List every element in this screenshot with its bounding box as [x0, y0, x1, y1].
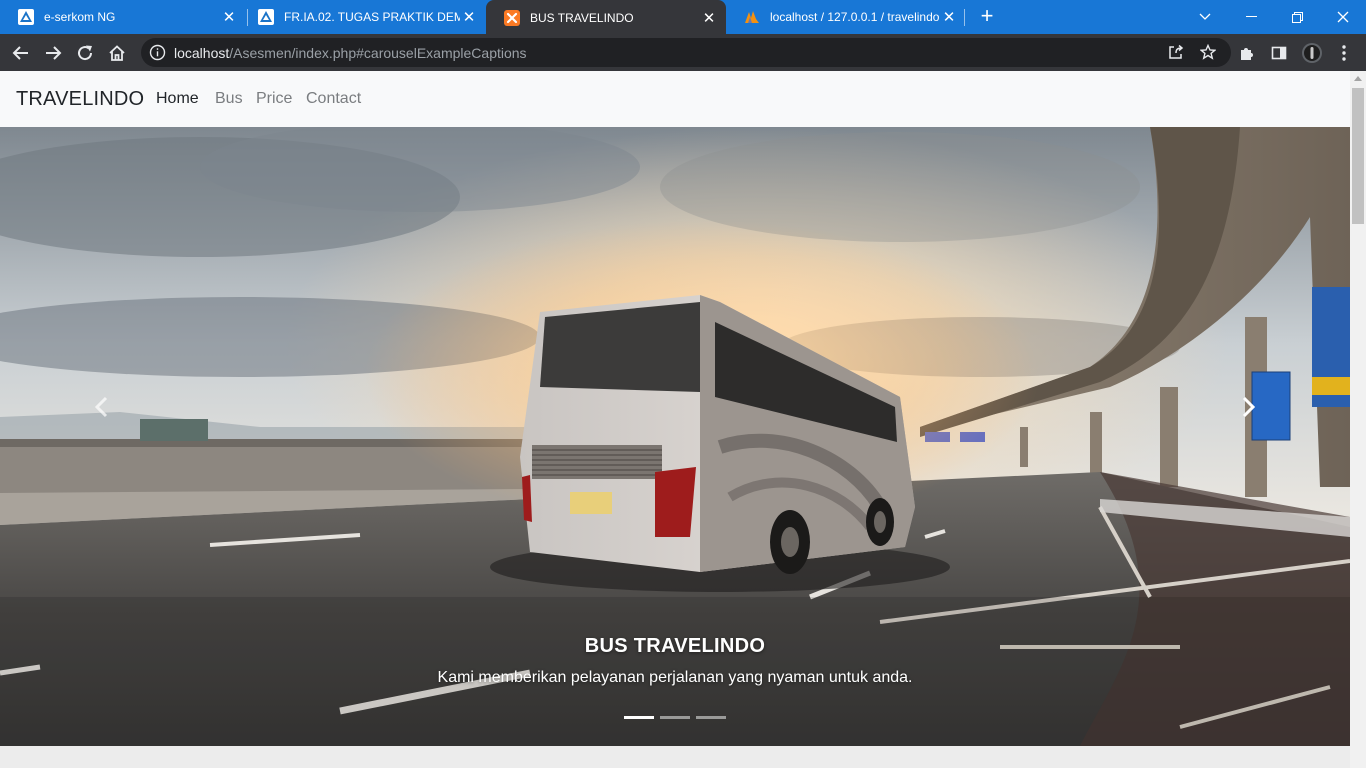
minimize-icon	[1245, 16, 1257, 17]
close-icon	[1337, 11, 1349, 23]
new-tab-button[interactable]: +	[975, 5, 999, 29]
phpmyadmin-icon	[745, 11, 759, 23]
address-bar[interactable]: localhost/Asesmen/index.php#carouselExam…	[141, 38, 1231, 67]
avatar	[1302, 43, 1322, 63]
tab-search-button[interactable]	[1182, 0, 1228, 34]
serkom-triangle-icon	[258, 9, 274, 25]
close-icon[interactable]: ✕	[220, 8, 238, 26]
back-button[interactable]	[8, 40, 34, 66]
arrow-left-icon	[12, 46, 28, 60]
browser-tab-tugas-praktik[interactable]: FR.IA.02. TUGAS PRAKTIK DEMO ✕	[240, 0, 486, 34]
xampp-icon	[504, 10, 520, 26]
navbar: TRAVELINDO Home Bus Price Contact	[0, 71, 1350, 127]
reload-icon	[78, 45, 93, 61]
nav-link-bus[interactable]: Bus	[215, 90, 243, 108]
puzzle-icon	[1241, 48, 1253, 60]
scroll-up-arrow-icon[interactable]	[1354, 76, 1362, 81]
reload-button[interactable]	[72, 40, 98, 66]
side-panel-button[interactable]	[1266, 40, 1292, 66]
browser-tab-phpmyadmin[interactable]: localhost / 127.0.0.1 / travelindo ✕	[726, 0, 966, 34]
bookmark-button[interactable]	[1195, 39, 1221, 65]
share-button[interactable]	[1163, 39, 1189, 65]
extensions-button[interactable]	[1234, 40, 1260, 66]
browser-tab-bus-travelindo[interactable]: BUS TRAVELINDO ✕	[486, 0, 726, 36]
home-icon	[109, 45, 125, 61]
url-text: localhost/Asesmen/index.php#carouselExam…	[174, 45, 527, 61]
share-icon	[1169, 44, 1184, 59]
carousel-indicator-1[interactable]	[624, 716, 654, 719]
carousel-prev-button[interactable]	[92, 395, 112, 419]
carousel-caption-text: Kami memberikan pelayanan perjalanan yan…	[437, 669, 913, 686]
url-path: /Asesmen/index.php#carouselExampleCaptio…	[229, 45, 527, 61]
browser-tab-eserkom[interactable]: e-serkom NG ✕	[0, 0, 246, 34]
arrow-right-icon	[46, 46, 62, 60]
tab-title: e-serkom NG	[44, 10, 116, 24]
browser-toolbar: localhost/Asesmen/index.php#carouselExam…	[0, 34, 1366, 71]
restore-button[interactable]	[1274, 0, 1320, 34]
info-icon[interactable]	[149, 44, 166, 61]
carousel-caption-title: BUS TRAVELINDO	[584, 635, 766, 657]
carousel-indicator-2[interactable]	[660, 716, 690, 719]
chevron-down-icon	[1199, 13, 1211, 20]
forward-button[interactable]	[40, 40, 66, 66]
browser-tab-strip: e-serkom NG ✕ FR.IA.02. TUGAS PRAKTIK DE…	[0, 0, 1366, 36]
menu-button[interactable]	[1331, 40, 1357, 66]
carousel-indicators	[624, 716, 726, 722]
scrollbar-thumb[interactable]	[1352, 88, 1364, 224]
carousel-indicator-3[interactable]	[696, 716, 726, 719]
url-host: localhost	[174, 45, 230, 61]
tab-title: BUS TRAVELINDO	[530, 11, 634, 25]
tab-title: FR.IA.02. TUGAS PRAKTIK DEMO	[284, 10, 460, 24]
home-button[interactable]	[104, 40, 130, 66]
close-icon[interactable]: ✕	[940, 8, 958, 26]
page-scrollbar[interactable]	[1350, 71, 1366, 768]
serkom-triangle-icon	[18, 9, 34, 25]
profile-button[interactable]	[1299, 40, 1325, 66]
nav-link-home[interactable]: Home	[156, 90, 199, 108]
next-section-background	[0, 746, 1350, 768]
close-icon[interactable]: ✕	[700, 9, 718, 27]
nav-link-contact[interactable]: Contact	[306, 90, 361, 108]
hero-carousel: BUS TRAVELINDO Kami memberikan pelayanan…	[0, 127, 1350, 746]
navbar-brand[interactable]: TRAVELINDO	[16, 88, 144, 111]
carousel-next-button[interactable]	[1238, 395, 1258, 419]
minimize-button[interactable]	[1228, 0, 1274, 34]
restore-icon	[1291, 11, 1303, 23]
more-vert-icon	[1342, 45, 1346, 61]
nav-link-price[interactable]: Price	[256, 90, 292, 108]
close-icon[interactable]: ✕	[460, 8, 478, 26]
close-window-button[interactable]	[1320, 0, 1366, 34]
tab-separator	[964, 9, 965, 26]
web-page: TRAVELINDO Home Bus Price Contact BUS TR…	[0, 71, 1350, 768]
star-icon	[1200, 44, 1216, 60]
tab-title: localhost / 127.0.0.1 / travelindo	[770, 10, 940, 24]
side-panel-icon	[1271, 46, 1287, 60]
